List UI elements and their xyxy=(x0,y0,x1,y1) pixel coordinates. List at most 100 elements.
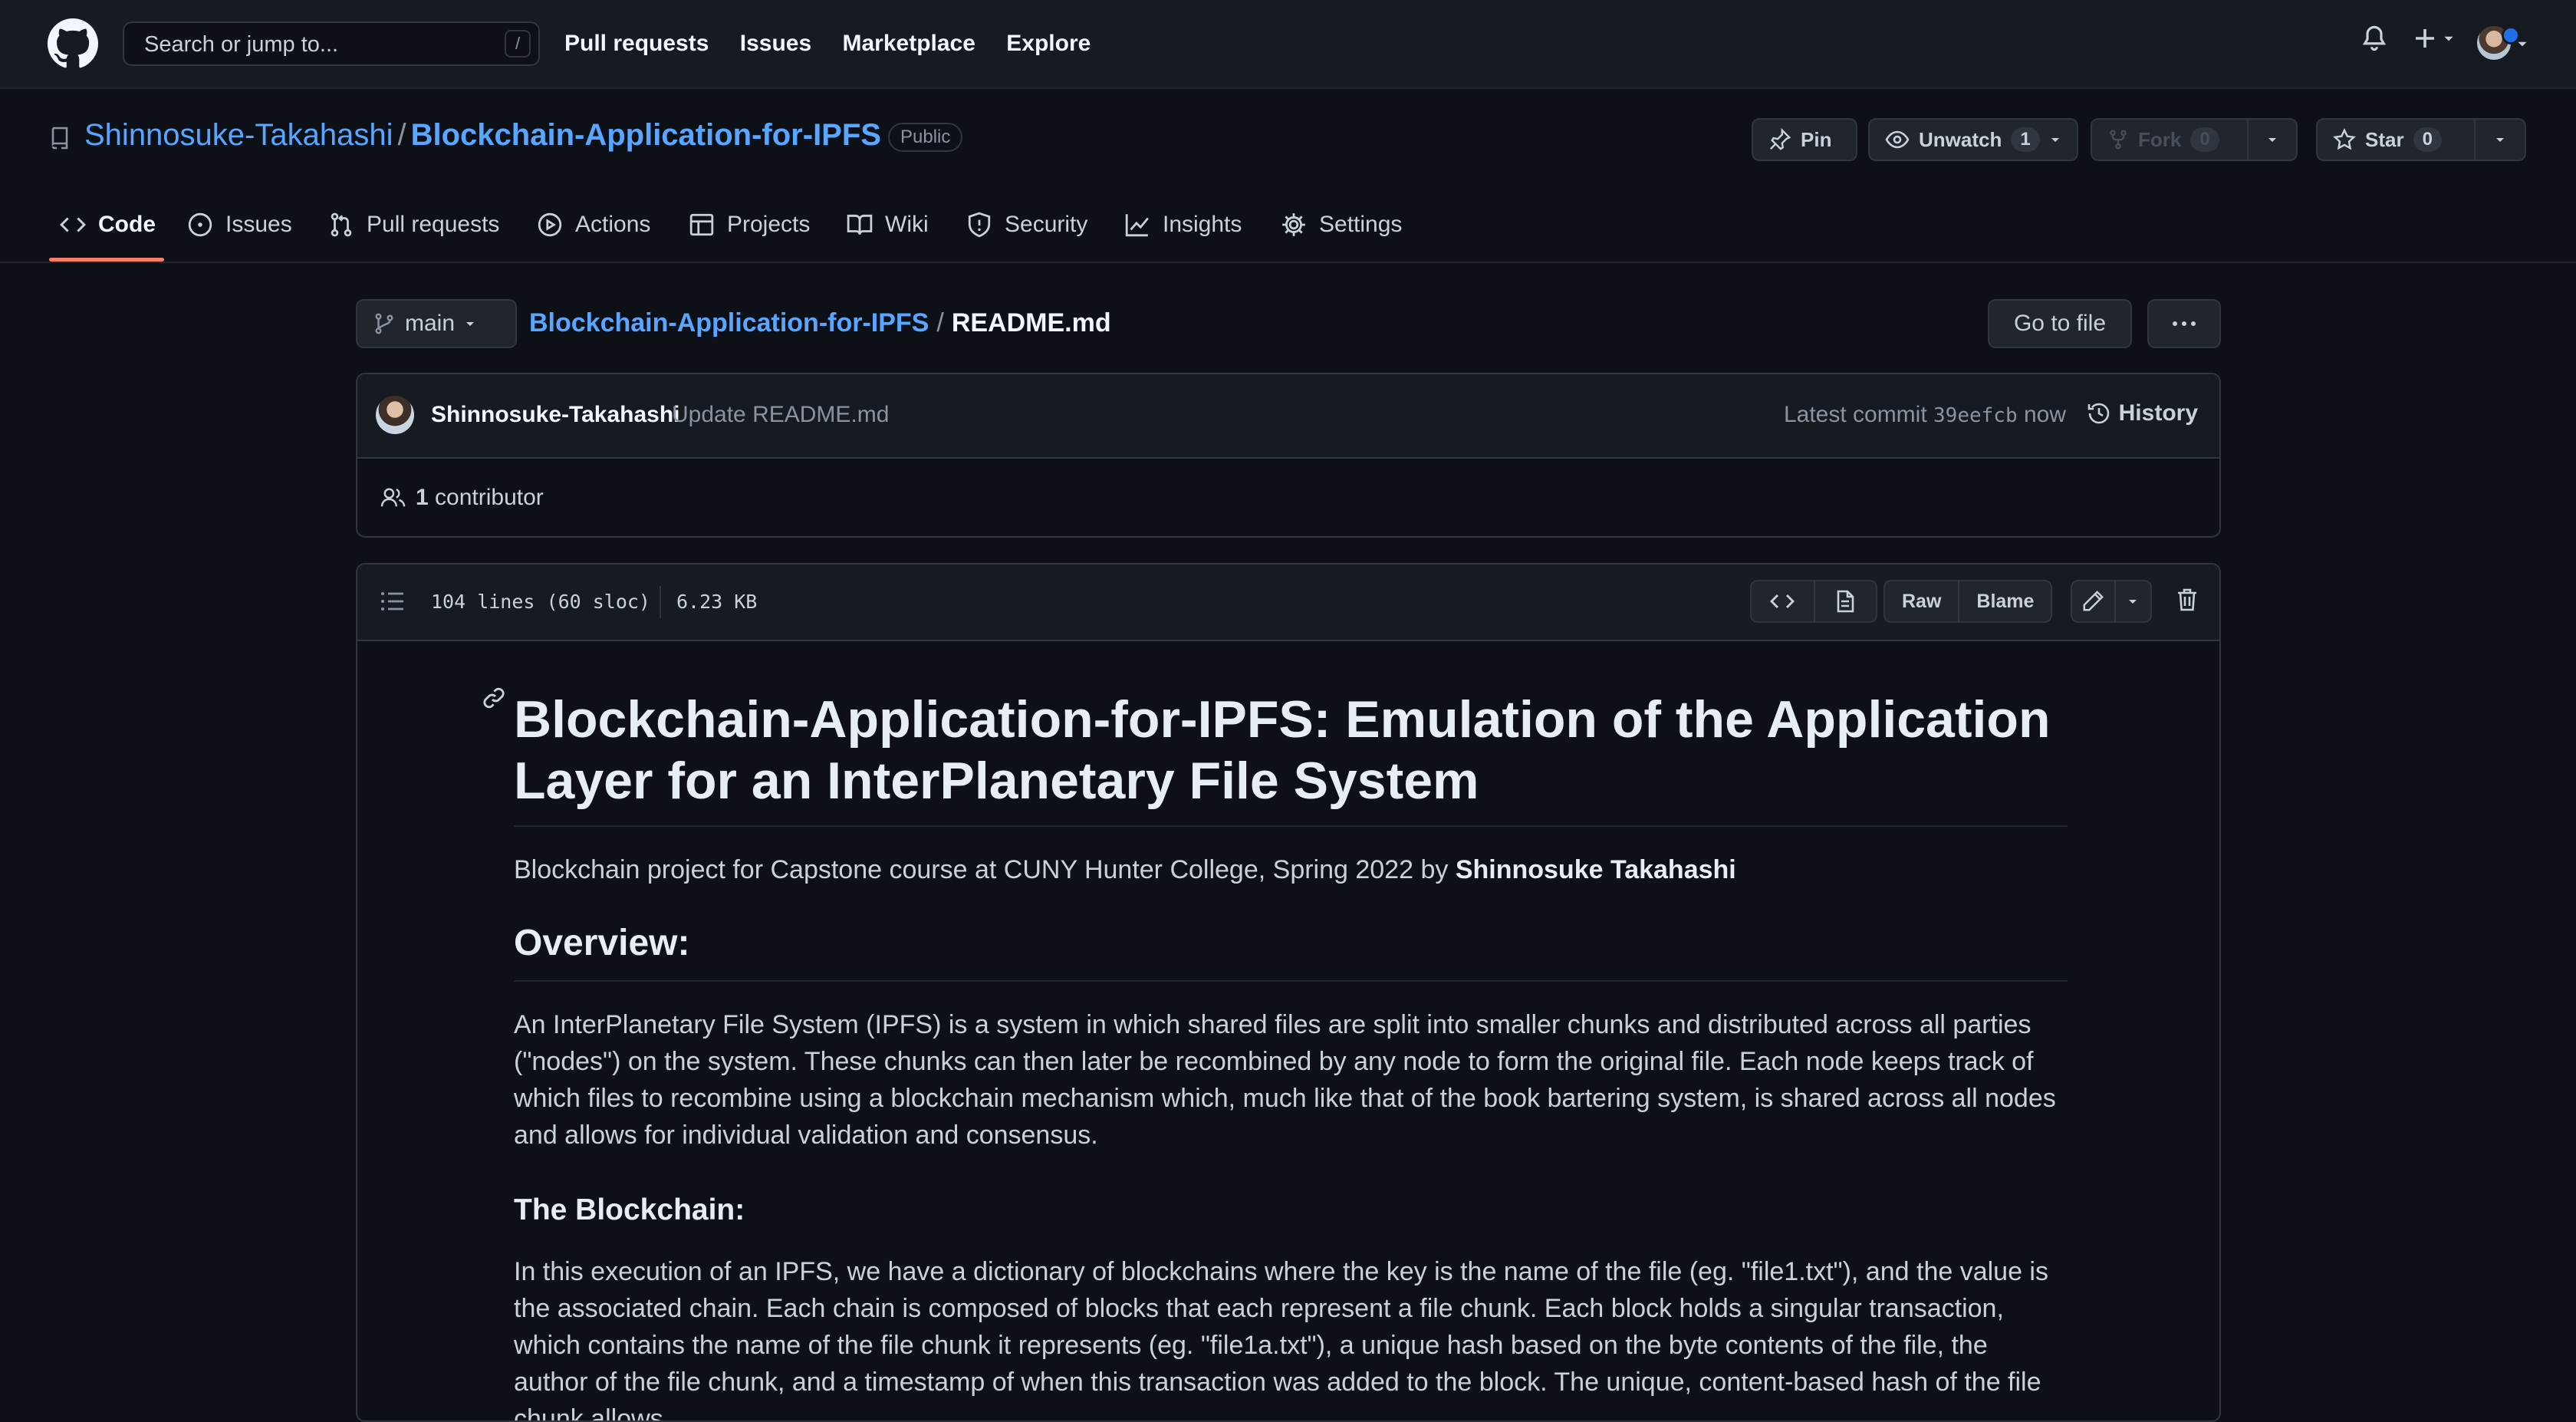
pin-button[interactable]: Pin xyxy=(1752,118,1857,161)
contributors-label: contributor xyxy=(435,485,544,510)
star-button[interactable]: Star 0 xyxy=(2316,118,2476,161)
search-shortcut-key: / xyxy=(505,30,531,58)
fork-button[interactable]: Fork 0 xyxy=(2091,118,2249,161)
nav-issues[interactable]: Issues xyxy=(740,31,811,56)
fork-label: Fork xyxy=(2138,127,2182,151)
repo-owner-link[interactable]: Shinnosuke-Takahashi xyxy=(84,118,393,152)
readme-title: Blockchain-Application-for-IPFS: Emulati… xyxy=(514,690,2051,810)
tabs-divider xyxy=(0,262,2576,263)
repo-name-link[interactable]: Blockchain-Application-for-IPFS xyxy=(411,118,881,152)
breadcrumb: Blockchain-Application-for-IPFS / README.m… xyxy=(529,308,1111,338)
tab-label: Projects xyxy=(727,212,811,237)
caret-down-icon xyxy=(466,322,475,326)
tab-projects[interactable]: Projects xyxy=(689,201,810,262)
bell-icon[interactable] xyxy=(2361,23,2388,54)
raw-blame-group: Raw Blame xyxy=(1883,580,2052,623)
title-rule xyxy=(514,825,2068,827)
star-icon xyxy=(2333,128,2356,150)
latest-commit-info: Latest commit 39eefcb now xyxy=(1784,402,2066,428)
tab-wiki[interactable]: Wiki xyxy=(847,201,929,262)
file-viewer: 104 lines (60 sloc) 6.23 KB Raw Blame Bl… xyxy=(356,563,2221,1422)
tab-insights[interactable]: Insights xyxy=(1124,201,1242,262)
eye-icon xyxy=(1885,130,1910,149)
blockchain-heading: The Blockchain: xyxy=(514,1193,745,1226)
plus-icon xyxy=(2416,29,2434,48)
caret-down-icon[interactable] xyxy=(2515,37,2529,51)
file-info-bar: 104 lines (60 sloc) 6.23 KB Raw Blame xyxy=(357,565,2219,641)
tab-label: Security xyxy=(1005,212,1088,237)
file-line-count: 104 lines (60 sloc) xyxy=(431,591,650,613)
file-info-divider xyxy=(660,586,661,618)
graph-icon xyxy=(1125,214,1149,237)
overview-heading: Overview: xyxy=(514,923,690,963)
contributors-link[interactable]: 1 contributor xyxy=(380,485,544,511)
table-icon xyxy=(689,213,714,236)
code-view-button[interactable] xyxy=(1752,581,1814,621)
breadcrumb-separator: / xyxy=(936,308,944,337)
commit-time: now xyxy=(2023,402,2066,427)
caret-down-icon xyxy=(2051,138,2059,142)
repo-icon xyxy=(49,126,71,150)
more-options-button[interactable] xyxy=(2147,299,2221,348)
gear-icon xyxy=(1282,213,1305,236)
github-logo-icon[interactable] xyxy=(48,18,98,69)
raw-button[interactable]: Raw xyxy=(1885,581,1958,621)
fork-count: 0 xyxy=(2190,127,2219,152)
tab-security[interactable]: Security xyxy=(966,201,1087,262)
tab-actions[interactable]: Actions xyxy=(537,201,650,262)
nav-marketplace[interactable]: Marketplace xyxy=(843,31,975,56)
blockchain-paragraph: In this execution of an IPFS, we have a … xyxy=(514,1257,2048,1422)
edit-button[interactable] xyxy=(2072,581,2114,621)
star-label: Star xyxy=(2365,127,2404,151)
tab-pull-requests[interactable]: Pull requests xyxy=(328,201,499,262)
latest-commit-box: Shinnosuke-Takahashi Update README.md La… xyxy=(356,373,2221,538)
tab-label: Settings xyxy=(1319,212,1403,237)
file-size: 6.23 KB xyxy=(676,591,758,613)
kebab-horizontal-icon xyxy=(2173,321,2196,326)
edit-dropdown-button[interactable] xyxy=(2114,581,2150,621)
latest-commit-label: Latest commit xyxy=(1783,402,1927,427)
preview-view-button[interactable] xyxy=(1813,581,1876,621)
search-input[interactable]: Search or jump to... / xyxy=(123,21,540,66)
fork-dropdown-button[interactable] xyxy=(2247,118,2298,161)
go-to-file-button[interactable]: Go to file xyxy=(1988,299,2132,348)
blame-button[interactable]: Blame xyxy=(1958,581,2051,621)
history-label: History xyxy=(2118,400,2198,426)
tab-issues[interactable]: Issues xyxy=(187,201,292,262)
trash-icon[interactable] xyxy=(2176,588,2198,612)
branch-select-button[interactable]: main xyxy=(356,299,517,348)
fork-icon xyxy=(2110,130,2127,150)
create-new-dropdown[interactable] xyxy=(2413,26,2456,51)
file-icon xyxy=(1837,590,1854,613)
tab-settings[interactable]: Settings xyxy=(1281,201,1402,262)
unwatch-button[interactable]: Unwatch 1 xyxy=(1868,118,2078,161)
edit-group xyxy=(2071,580,2152,623)
commit-author-link[interactable]: Shinnosuke-Takahashi xyxy=(431,402,680,428)
breadcrumb-repo-link[interactable]: Blockchain-Application-for-IPFS xyxy=(529,308,929,337)
readme-intro: Blockchain project for Capstone course a… xyxy=(514,851,2068,888)
commit-row: Shinnosuke-Takahashi Update README.md La… xyxy=(357,374,2219,459)
tab-label: Actions xyxy=(575,212,651,237)
nav-explore[interactable]: Explore xyxy=(1006,31,1091,56)
code-icon xyxy=(60,217,86,232)
history-icon xyxy=(2087,403,2109,424)
nav-pull-requests[interactable]: Pull requests xyxy=(564,31,709,56)
star-dropdown-button[interactable] xyxy=(2474,118,2526,161)
tab-label: Code xyxy=(98,212,156,237)
watch-count: 1 xyxy=(2011,127,2040,152)
overview-paragraph: An InterPlanetary File System (IPFS) is … xyxy=(514,1010,2056,1150)
intro-author: Shinnosuke Takahashi xyxy=(1455,855,1736,884)
list-unordered-icon[interactable] xyxy=(380,591,405,612)
caret-down-icon xyxy=(2129,600,2137,604)
commit-sha-link[interactable]: 39eefcb xyxy=(1933,404,2018,427)
global-header: Search or jump to... / Pull requests Iss… xyxy=(0,0,2576,89)
history-link[interactable]: History xyxy=(2087,400,2198,426)
pin-icon xyxy=(1769,128,1791,150)
commit-message-link[interactable]: Update README.md xyxy=(672,402,889,428)
commit-author-avatar[interactable] xyxy=(376,396,414,434)
link-icon[interactable] xyxy=(482,686,506,710)
tab-code[interactable]: Code xyxy=(60,201,156,262)
pencil-icon xyxy=(2083,591,2104,611)
intro-text: Blockchain project for Capstone course a… xyxy=(514,855,1449,884)
tab-label: Pull requests xyxy=(367,212,500,237)
